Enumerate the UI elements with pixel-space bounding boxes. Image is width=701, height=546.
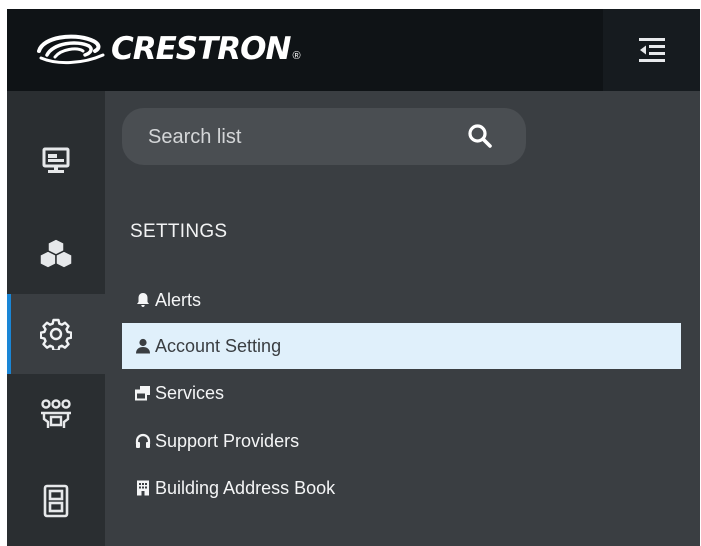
list-item-alerts[interactable]: Alerts xyxy=(122,277,681,323)
rail-item-devices[interactable] xyxy=(7,213,105,293)
rail-item-displays[interactable] xyxy=(7,121,105,201)
side-rail xyxy=(7,91,105,546)
registered-mark: ® xyxy=(292,50,301,62)
list-item-services[interactable]: Services xyxy=(122,370,681,416)
user-icon xyxy=(135,338,151,354)
bell-icon xyxy=(135,292,151,308)
settings-panel: SETTINGS Alerts Account Setting Services… xyxy=(105,91,700,546)
collapse-menu-button[interactable] xyxy=(603,9,700,91)
top-bar: CRESTRON ® xyxy=(7,9,700,91)
search-input[interactable] xyxy=(146,108,450,167)
list-item-account-setting[interactable]: Account Setting xyxy=(122,323,681,369)
app-frame: CRESTRON ® Search list SETTINGS Alerts A… xyxy=(7,9,700,546)
headphones-icon xyxy=(135,433,151,449)
search-box[interactable] xyxy=(122,108,526,167)
list-item-label: Services xyxy=(155,382,225,403)
list-item-label: Alerts xyxy=(155,289,202,310)
windows-icon xyxy=(135,385,151,401)
crestron-swirl-icon xyxy=(37,34,105,65)
crestron-logo: CRESTRON ® xyxy=(33,31,301,67)
rail-item-settings[interactable] xyxy=(7,294,105,374)
settings-heading: SETTINGS xyxy=(130,221,228,242)
list-item-label: Account Setting xyxy=(155,335,282,356)
rail-item-storage[interactable] xyxy=(7,461,105,541)
building-icon xyxy=(135,480,151,496)
cubes-icon xyxy=(40,238,72,269)
collapse-menu-icon xyxy=(638,38,665,62)
list-item-label: Support Providers xyxy=(155,430,300,451)
list-item-support-providers[interactable]: Support Providers xyxy=(122,418,681,464)
display-icon xyxy=(42,147,70,173)
brand-name: CRESTRON xyxy=(111,31,291,67)
search-icon[interactable] xyxy=(467,123,493,149)
gear-icon xyxy=(40,318,72,350)
list-item-label: Building Address Book xyxy=(155,477,336,498)
cabinet-icon xyxy=(43,484,69,518)
rail-item-users[interactable] xyxy=(7,375,105,455)
list-item-building-address-book[interactable]: Building Address Book xyxy=(122,465,681,511)
users-icon xyxy=(41,399,71,428)
